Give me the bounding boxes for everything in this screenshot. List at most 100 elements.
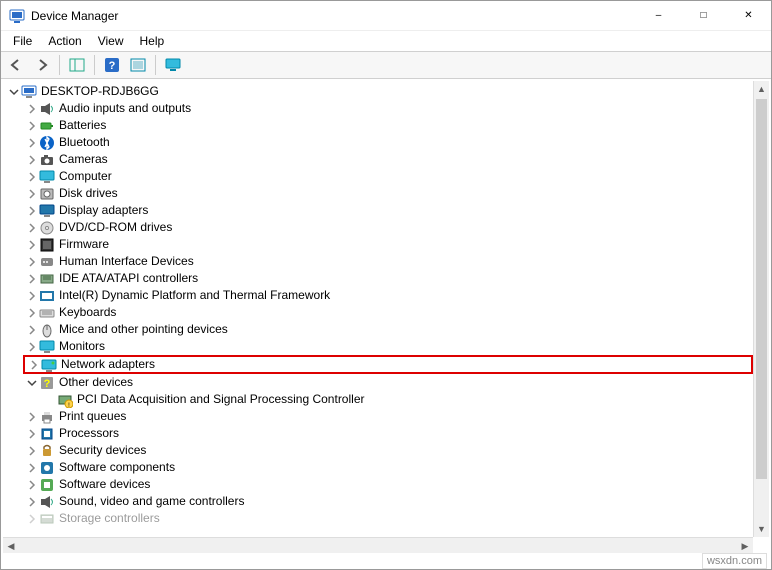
camera-icon [39, 152, 55, 168]
tree-root-node[interactable]: DESKTOP-RDJB6GG [7, 83, 753, 100]
display-icon [39, 203, 55, 219]
category-label: Audio inputs and outputs [59, 100, 191, 117]
expand-arrow-icon[interactable] [25, 323, 39, 337]
scroll-down-icon[interactable]: ▼ [754, 521, 769, 537]
device-category-security[interactable]: Security devices [25, 442, 753, 459]
device-category-bluetooth[interactable]: Bluetooth [25, 134, 753, 151]
other-icon: ? [39, 375, 55, 391]
device-category-speaker[interactable]: Audio inputs and outputs [25, 100, 753, 117]
expand-arrow-icon[interactable] [25, 427, 39, 441]
category-label: Other devices [59, 374, 133, 391]
menu-action[interactable]: Action [40, 32, 89, 50]
category-label: Computer [59, 168, 112, 185]
category-label: DVD/CD-ROM drives [59, 219, 172, 236]
expand-arrow-icon[interactable] [25, 119, 39, 133]
monitor-button[interactable] [162, 54, 184, 76]
window-controls: – □ ✕ [636, 1, 771, 30]
vertical-scrollbar[interactable]: ▲ ▼ [753, 81, 769, 537]
device-category-other[interactable]: ? Other devices [25, 374, 753, 391]
expand-arrow-icon[interactable] [25, 289, 39, 303]
expand-arrow-icon[interactable] [25, 340, 39, 354]
expand-arrow-icon[interactable] [25, 306, 39, 320]
device-category-processor[interactable]: Processors [25, 425, 753, 442]
battery-icon [39, 118, 55, 134]
device-category-storage[interactable]: Storage controllers [25, 510, 753, 527]
forward-button[interactable] [31, 54, 53, 76]
menu-view[interactable]: View [90, 32, 132, 50]
scroll-right-icon[interactable]: ▶ [737, 538, 753, 554]
ide-icon [39, 271, 55, 287]
device-category-sound[interactable]: Sound, video and game controllers [25, 493, 753, 510]
device-category-hid[interactable]: Human Interface Devices [25, 253, 753, 270]
minimize-button[interactable]: – [636, 1, 681, 30]
scroll-up-icon[interactable]: ▲ [754, 81, 769, 97]
expand-arrow-icon[interactable] [25, 221, 39, 235]
scroll-thumb[interactable] [756, 99, 767, 479]
scan-hardware-button[interactable] [127, 54, 149, 76]
expand-arrow-icon[interactable] [25, 255, 39, 269]
svg-text:?: ? [44, 378, 51, 390]
expand-arrow-icon[interactable] [7, 85, 21, 99]
expand-arrow-icon[interactable] [25, 170, 39, 184]
app-icon [9, 8, 25, 24]
device-category-monitor[interactable]: Monitors [25, 338, 753, 355]
device-category-network[interactable]: Network adapters [23, 355, 753, 374]
expand-arrow-icon[interactable] [25, 444, 39, 458]
device-category-camera[interactable]: Cameras [25, 151, 753, 168]
horizontal-scrollbar[interactable]: ◀ ▶ [3, 537, 753, 553]
device-category-swcomp[interactable]: Software components [25, 459, 753, 476]
category-label: Security devices [59, 442, 146, 459]
help-button[interactable]: ? [101, 54, 123, 76]
device-category-ide[interactable]: IDE ATA/ATAPI controllers [25, 270, 753, 287]
device-category-swdev[interactable]: Software devices [25, 476, 753, 493]
expand-arrow-icon[interactable] [25, 238, 39, 252]
expand-arrow-icon[interactable] [25, 187, 39, 201]
scroll-left-icon[interactable]: ◀ [3, 538, 19, 554]
back-button[interactable] [5, 54, 27, 76]
firmware-icon [39, 237, 55, 253]
expand-arrow-icon[interactable] [27, 358, 41, 372]
category-label: Network adapters [61, 356, 155, 373]
device-category-firmware[interactable]: Firmware [25, 236, 753, 253]
category-label: Storage controllers [59, 510, 160, 527]
device-tree: DESKTOP-RDJB6GG Audio inputs and outputs… [3, 81, 753, 537]
expand-arrow-icon[interactable] [25, 512, 39, 526]
expand-arrow-icon[interactable] [25, 478, 39, 492]
expand-arrow-icon[interactable] [25, 153, 39, 167]
category-label: Software devices [59, 476, 150, 493]
device-category-dvd[interactable]: DVD/CD-ROM drives [25, 219, 753, 236]
expand-arrow-icon[interactable] [25, 272, 39, 286]
category-label: Cameras [59, 151, 108, 168]
device-category-printer[interactable]: Print queues [25, 408, 753, 425]
close-button[interactable]: ✕ [726, 1, 771, 30]
toolbar-separator [155, 55, 156, 75]
device-item[interactable]: !PCI Data Acquisition and Signal Process… [43, 391, 753, 408]
mouse-icon [39, 322, 55, 338]
category-label: Intel(R) Dynamic Platform and Thermal Fr… [59, 287, 330, 304]
expand-arrow-icon[interactable] [25, 461, 39, 475]
disk-icon [39, 186, 55, 202]
expand-arrow-icon[interactable] [25, 410, 39, 424]
menu-file[interactable]: File [5, 32, 40, 50]
menu-help[interactable]: Help [132, 32, 173, 50]
category-label: Sound, video and game controllers [59, 493, 244, 510]
expand-arrow-icon[interactable] [25, 136, 39, 150]
device-category-keyboard[interactable]: Keyboards [25, 304, 753, 321]
expand-arrow-icon[interactable] [25, 102, 39, 116]
device-category-computer[interactable]: Computer [25, 168, 753, 185]
keyboard-icon [39, 305, 55, 321]
device-category-intel[interactable]: Intel(R) Dynamic Platform and Thermal Fr… [25, 287, 753, 304]
computer-icon [39, 169, 55, 185]
device-category-mouse[interactable]: Mice and other pointing devices [25, 321, 753, 338]
expand-arrow-icon[interactable] [25, 376, 39, 390]
titlebar: Device Manager – □ ✕ [1, 1, 771, 31]
maximize-button[interactable]: □ [681, 1, 726, 30]
toolbar: ? [1, 51, 771, 79]
device-category-battery[interactable]: Batteries [25, 117, 753, 134]
device-category-disk[interactable]: Disk drives [25, 185, 753, 202]
expand-arrow-icon[interactable] [25, 495, 39, 509]
category-label: Print queues [59, 408, 126, 425]
expand-arrow-icon[interactable] [25, 204, 39, 218]
show-hide-console-button[interactable] [66, 54, 88, 76]
device-category-display[interactable]: Display adapters [25, 202, 753, 219]
